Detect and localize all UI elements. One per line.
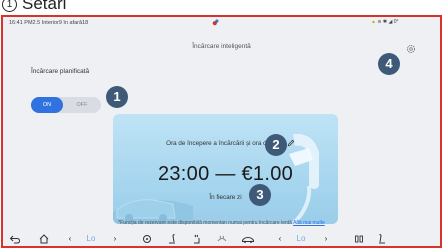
caption-text: Setări xyxy=(22,0,67,13)
figure-caption: 1 Setări xyxy=(2,0,66,14)
caption-number: 1 xyxy=(2,0,17,12)
highlight-frame xyxy=(1,15,442,248)
